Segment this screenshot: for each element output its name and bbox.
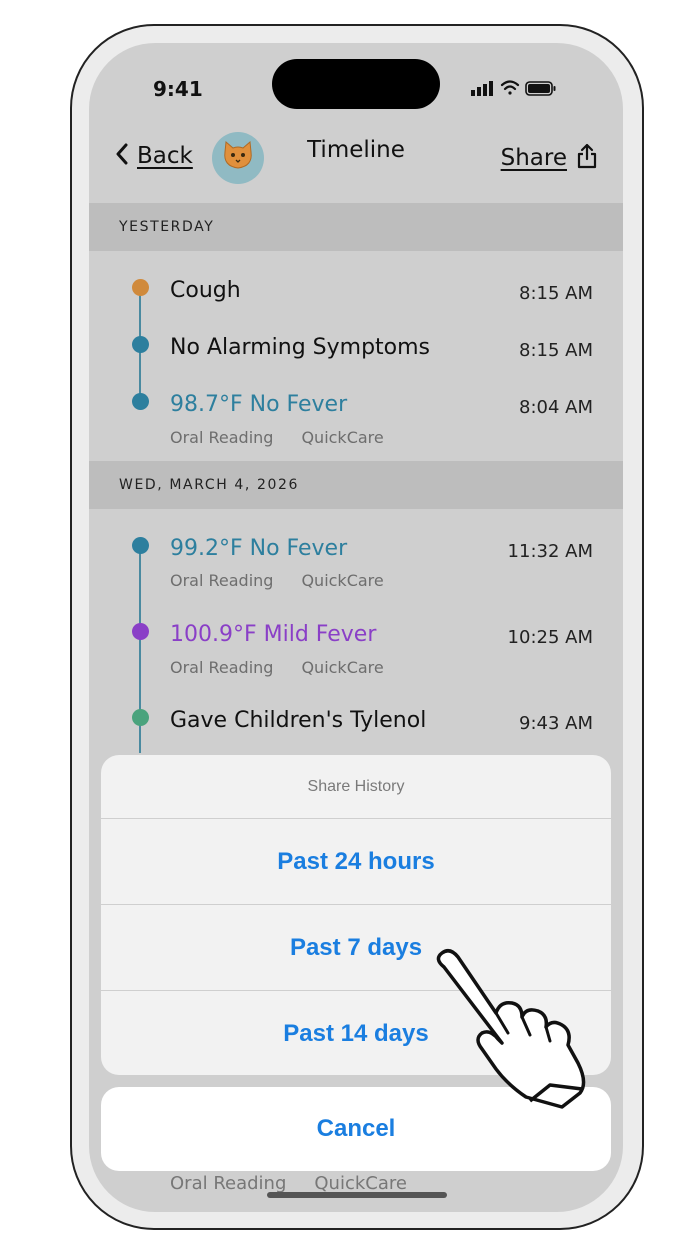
device-name: QuickCare	[301, 658, 384, 677]
option-past-24-hours[interactable]: Past 24 hours	[101, 819, 611, 905]
section-header-yesterday: YESTERDAY	[89, 203, 623, 251]
reading-type: Oral Reading	[170, 1173, 287, 1194]
timeline-dot	[132, 537, 149, 554]
share-label: Share	[500, 145, 567, 171]
reading-type: Oral Reading	[170, 428, 274, 447]
share-icon	[577, 143, 597, 173]
event-time: 10:25 AM	[507, 627, 593, 648]
sheet-title: Share History	[101, 755, 611, 819]
device-name: QuickCare	[301, 571, 384, 590]
signal-icon	[471, 81, 493, 96]
timeline-dot	[132, 279, 149, 296]
share-button[interactable]: Share	[501, 143, 597, 173]
wifi-icon	[500, 80, 520, 95]
avatar[interactable]	[212, 132, 264, 184]
timeline-dot	[132, 709, 149, 726]
event-label[interactable]: 99.2°F No Fever	[170, 536, 347, 561]
timeline-dot	[132, 623, 149, 640]
status-icons	[471, 79, 561, 101]
status-time: 9:41	[153, 77, 203, 101]
cat-avatar-icon	[221, 140, 255, 176]
device-name: QuickCare	[314, 1173, 407, 1194]
reading-type: Oral Reading	[170, 571, 274, 590]
back-label: Back	[137, 143, 193, 169]
event-time: 8:15 AM	[519, 340, 593, 361]
section-header-date: WED, MARCH 4, 2026	[89, 461, 623, 509]
event-label[interactable]: 98.7°F No Fever	[170, 392, 347, 417]
event-subtitle: Oral Reading QuickCare	[170, 428, 384, 447]
event-subtitle: Oral Reading QuickCare	[170, 571, 384, 590]
reading-type: Oral Reading	[170, 658, 274, 677]
event-time: 9:43 AM	[519, 713, 593, 734]
back-chevron-icon	[115, 143, 129, 169]
home-indicator[interactable]	[267, 1192, 447, 1198]
event-subtitle: Oral Reading QuickCare	[170, 658, 384, 677]
event-time: 8:15 AM	[519, 283, 593, 304]
event-label[interactable]: Cough	[170, 278, 241, 303]
back-button[interactable]: Back	[115, 143, 193, 169]
page-title: Timeline	[307, 137, 405, 163]
dynamic-island	[272, 59, 440, 109]
battery-icon	[525, 81, 556, 96]
event-label[interactable]: 100.9°F Mild Fever	[170, 622, 376, 647]
event-time: 8:04 AM	[519, 397, 593, 418]
timeline-dot	[132, 393, 149, 410]
device-name: QuickCare	[301, 428, 384, 447]
pointing-hand-icon	[430, 945, 600, 1119]
event-time: 11:32 AM	[507, 541, 593, 562]
event-label[interactable]: No Alarming Symptoms	[170, 335, 430, 360]
timeline-dot	[132, 336, 149, 353]
event-subtitle: Oral Reading QuickCare	[170, 1173, 407, 1194]
event-label[interactable]: Gave Children's Tylenol	[170, 708, 426, 733]
